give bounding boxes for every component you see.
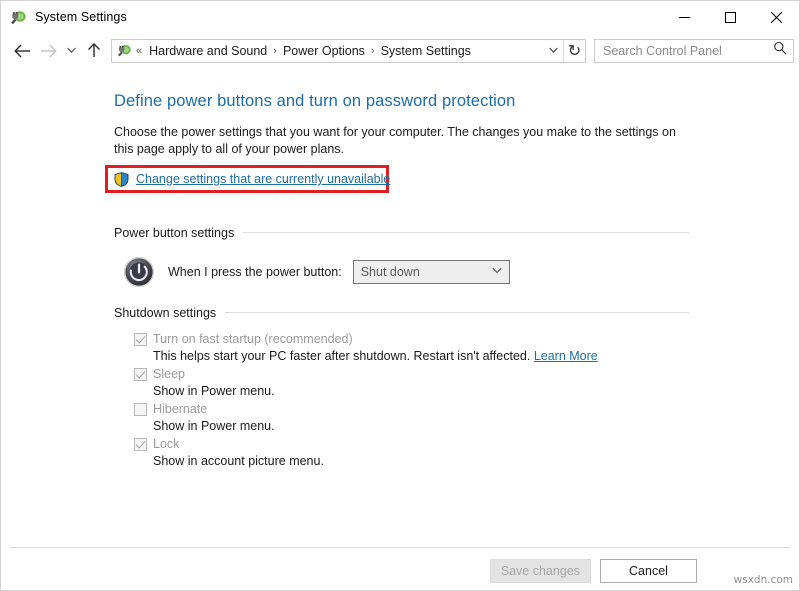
power-button-icon (123, 256, 155, 288)
checkbox-description-lock: Show in account picture menu. (153, 453, 324, 468)
breadcrumb-separator-icon: › (370, 44, 375, 57)
window-title: System Settings (35, 10, 127, 24)
checkbox-row-hibernate[interactable]: Hibernate (134, 401, 689, 417)
page-description: Choose the power settings that you want … (114, 125, 676, 156)
power-button-row: When I press the power button: Shut down (123, 256, 689, 288)
watermark: wsxdn.com (733, 574, 793, 586)
navigation-bar: « Hardware and Sound › Power Options › S… (1, 33, 799, 68)
search-icon[interactable] (773, 41, 787, 60)
power-button-action-value: Shut down (360, 264, 420, 279)
list-item: Hibernate Show in Power menu. (134, 401, 689, 434)
cancel-button[interactable]: Cancel (600, 559, 697, 583)
breadcrumb-item-hardware-and-sound[interactable]: Hardware and Sound (145, 40, 271, 62)
checkbox-description-fast-startup: This helps start your PC faster after sh… (153, 348, 689, 364)
breadcrumb: « Hardware and Sound › Power Options › S… (134, 40, 543, 62)
list-item: Lock Show in account picture menu. (134, 436, 689, 469)
checkbox-hibernate[interactable] (134, 402, 147, 416)
group-divider (243, 232, 689, 233)
list-item: Sleep Show in Power menu. (134, 366, 689, 399)
checkbox-lock[interactable] (134, 437, 147, 451)
power-button-action-label: When I press the power button: (168, 264, 342, 279)
fast-startup-description-text: This helps start your PC faster after sh… (153, 348, 531, 363)
uac-link-wrapper: Change settings that are currently unava… (105, 165, 390, 193)
change-settings-link[interactable]: Change settings that are currently unava… (114, 171, 390, 187)
power-plug-icon (114, 43, 134, 58)
shutdown-settings-list: Turn on fast startup (recommended) This … (134, 331, 689, 469)
power-button-settings-group-header: Power button settings (114, 226, 689, 240)
content-area: Define power buttons and turn on passwor… (1, 68, 799, 590)
checkbox-description-hibernate: Show in Power menu. (153, 418, 275, 433)
breadcrumb-item-system-settings[interactable]: System Settings (377, 40, 475, 62)
checkbox-label-sleep: Sleep (153, 366, 185, 381)
close-button[interactable] (753, 1, 799, 33)
checkbox-row-sleep[interactable]: Sleep (134, 366, 689, 382)
content-inner: Define power buttons and turn on passwor… (1, 90, 799, 469)
chevron-down-icon (492, 266, 502, 277)
checkbox-fast-startup[interactable] (134, 332, 147, 346)
power-button-settings-label: Power button settings (114, 225, 235, 240)
address-bar[interactable]: « Hardware and Sound › Power Options › S… (111, 38, 586, 63)
shutdown-settings-group-header: Shutdown settings (114, 306, 689, 320)
group-divider (225, 312, 689, 313)
checkbox-label-lock: Lock (153, 436, 180, 451)
breadcrumb-item-power-options[interactable]: Power Options (279, 40, 369, 62)
checkbox-description-sleep: Show in Power menu. (153, 383, 275, 398)
title-bar: System Settings (1, 1, 799, 33)
checkbox-row-fast-startup[interactable]: Turn on fast startup (recommended) (134, 331, 689, 347)
refresh-icon[interactable]: ↻ (563, 39, 585, 62)
power-plug-icon (10, 9, 27, 26)
shutdown-settings-label: Shutdown settings (114, 305, 217, 320)
up-arrow-icon[interactable] (81, 38, 107, 64)
search-box[interactable] (594, 38, 794, 63)
checkbox-sleep[interactable] (134, 367, 147, 381)
shield-icon (114, 171, 129, 187)
footer-actions: Save changes Cancel (489, 559, 697, 583)
checkbox-label-fast-startup: Turn on fast startup (recommended) (153, 331, 353, 346)
learn-more-link[interactable]: Learn More (534, 349, 598, 363)
minimize-button[interactable] (661, 1, 707, 33)
system-settings-window: System Settings « Hardware and Sound › P… (0, 0, 800, 591)
recent-locations-chevron-down-icon[interactable] (61, 38, 81, 64)
checkbox-label-hibernate: Hibernate (153, 401, 208, 416)
window-controls (661, 1, 799, 33)
address-chevron-down-icon[interactable] (543, 40, 563, 62)
checkbox-row-lock[interactable]: Lock (134, 436, 689, 452)
footer-divider (10, 547, 790, 548)
page-title: Define power buttons and turn on passwor… (114, 92, 516, 110)
search-input[interactable] (603, 43, 773, 58)
save-changes-button[interactable]: Save changes (489, 559, 591, 583)
back-arrow-icon[interactable] (9, 38, 35, 64)
maximize-button[interactable] (707, 1, 753, 33)
list-item: Turn on fast startup (recommended) This … (134, 331, 689, 364)
forward-arrow-icon (35, 38, 61, 64)
change-settings-link-label: Change settings that are currently unava… (136, 172, 391, 186)
breadcrumb-overflow[interactable]: « (134, 45, 145, 57)
power-button-action-dropdown[interactable]: Shut down (352, 259, 510, 284)
breadcrumb-separator-icon: › (273, 44, 277, 57)
